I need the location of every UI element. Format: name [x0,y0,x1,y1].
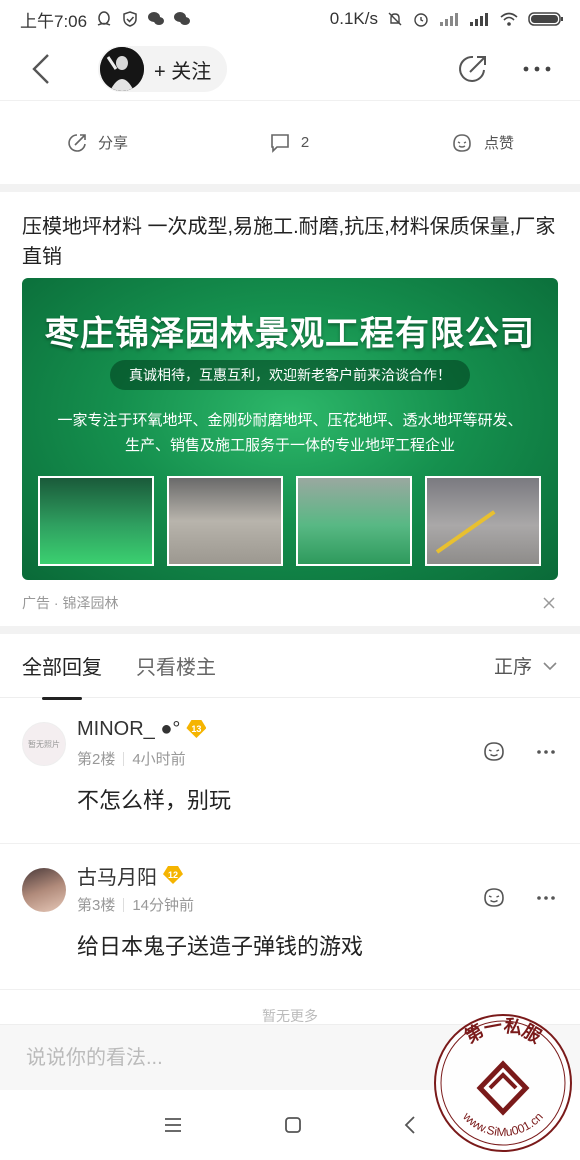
comment-item: 暂无照片 MINOR_ ●° 13 第2楼 4小时前 不怎么样，别玩 [0,698,580,844]
like-face-icon[interactable] [482,740,506,764]
network-speed: 0.1K/s [329,9,378,28]
comment-icon [271,133,289,153]
back-button[interactable] [18,46,64,92]
ad-source-label: 广告 · 锦泽园林 [22,595,119,611]
ad-card[interactable]: 压模地坪材料 一次成型,易施工.耐磨,抗压,材料保质保量,厂家直销 枣庄锦泽园林… [0,192,580,612]
status-time: 上午7:06 [20,11,88,31]
post-action-bar: 分享 2 点赞 [0,100,580,184]
ad-photo-parking-floor [425,476,541,566]
ad-photo-epoxy-floor [296,476,412,566]
like-face-icon[interactable] [482,886,506,910]
ad-banner[interactable]: 枣庄锦泽园林景观工程有限公司 真诚相待，互惠互利，欢迎新老客户前来洽谈合作！ 一… [22,278,558,580]
ad-slogan: 真诚相待，互惠互利，欢迎新老客户前来洽谈合作！ [110,360,470,390]
avatar[interactable] [22,868,66,912]
signal-hd-icon [440,13,458,26]
signal-icon [470,13,488,26]
comment-text: 给日本鬼子送造子弹钱的游戏 [77,934,364,959]
chevron-down-icon [543,661,557,670]
floor-number: 第2楼 [77,751,116,768]
ad-photo-warehouse [167,476,283,566]
comment-text: 不怎么样，别玩 [77,788,232,813]
status-bar: 上午7:06 0.1K/s [0,0,580,38]
battery-icon [528,12,563,26]
like-face-icon [453,133,471,152]
more-icon[interactable] [536,894,556,902]
comment-time: 4小时前 [132,751,186,768]
sort-label: 正序 [493,657,532,678]
comment-item: 古马月阳 12 第3楼 14分钟前 给日本鬼子送造子弹钱的游戏 [0,844,580,990]
ad-photo-green-floor [38,476,154,566]
more-icon[interactable] [536,748,556,756]
comment-input[interactable] [0,1025,400,1091]
share-icon[interactable] [456,52,490,86]
comment-author[interactable]: MINOR_ ●° [77,718,180,741]
ad-photo-strip [38,476,541,566]
shield-icon [123,11,137,27]
meta-separator [123,751,125,766]
ad-title[interactable]: 压模地坪材料 一次成型,易施工.耐磨,抗压,材料保质保量,厂家直销 [22,212,558,272]
follow-label: + 关注 [154,60,212,83]
comment-author[interactable]: 古马月阳 [77,861,157,890]
home-icon[interactable] [283,1115,303,1135]
author-avatar[interactable] [100,47,144,91]
ad-desc-line-2: 生产、销售及施工服务于一体的专业地坪工程企业 [124,437,455,454]
divider [0,184,580,192]
sort-dropdown[interactable]: 正序 [494,652,558,679]
mute-bell-icon [388,12,402,26]
tab-owner-only[interactable]: 只看楼主 [136,651,216,680]
floor-number: 第3楼 [77,897,116,914]
follow-button[interactable]: + 关注 [98,46,228,92]
wechat-icon-2 [174,12,191,25]
more-icon[interactable] [522,56,552,82]
level-badge: 12 [163,866,183,884]
like-action[interactable]: 点赞 [450,132,514,154]
back-nav-icon[interactable] [403,1115,417,1135]
ad-desc-line-1: 一家专注于环氧地坪、金刚砂耐磨地坪、压花地坪、透水地坪等研发、 [57,412,523,429]
comment-time: 14分钟前 [132,897,195,914]
avatar[interactable]: 暂无照片 [22,722,66,766]
chevron-left-icon [32,54,49,84]
watermark-stamp: 第一私服 www.SiMu001.cn [434,1014,572,1152]
wechat-icon [148,12,165,25]
ad-description: 一家专注于环氧地坪、金刚砂耐磨地坪、压花地坪、透水地坪等研发、 生产、销售及施工… [50,408,530,458]
share-action[interactable]: 分享 [66,132,128,154]
qq-icon [97,11,111,26]
comment-action[interactable]: 2 [269,132,309,154]
level-badge: 13 [186,720,207,738]
ad-source-row: 广告 · 锦泽园林 [22,594,558,612]
like-label: 点赞 [483,135,514,152]
wifi-icon [500,12,518,26]
comment-count: 2 [300,134,310,151]
close-icon[interactable] [542,596,556,610]
avatar-placeholder-text: 暂无照片 [28,739,60,749]
share-arrow-icon [68,133,86,152]
share-label: 分享 [98,135,129,152]
reply-tabs: 全部回复 只看楼主 正序 [0,634,580,700]
menu-icon[interactable] [163,1117,183,1133]
tab-all-replies[interactable]: 全部回复 [22,651,102,700]
meta-separator [123,897,125,912]
alarm-icon [414,13,428,27]
divider-2 [0,626,580,634]
ad-company-name: 枣庄锦泽园林景观工程有限公司 [45,315,535,353]
top-nav: + 关注 [0,38,580,100]
